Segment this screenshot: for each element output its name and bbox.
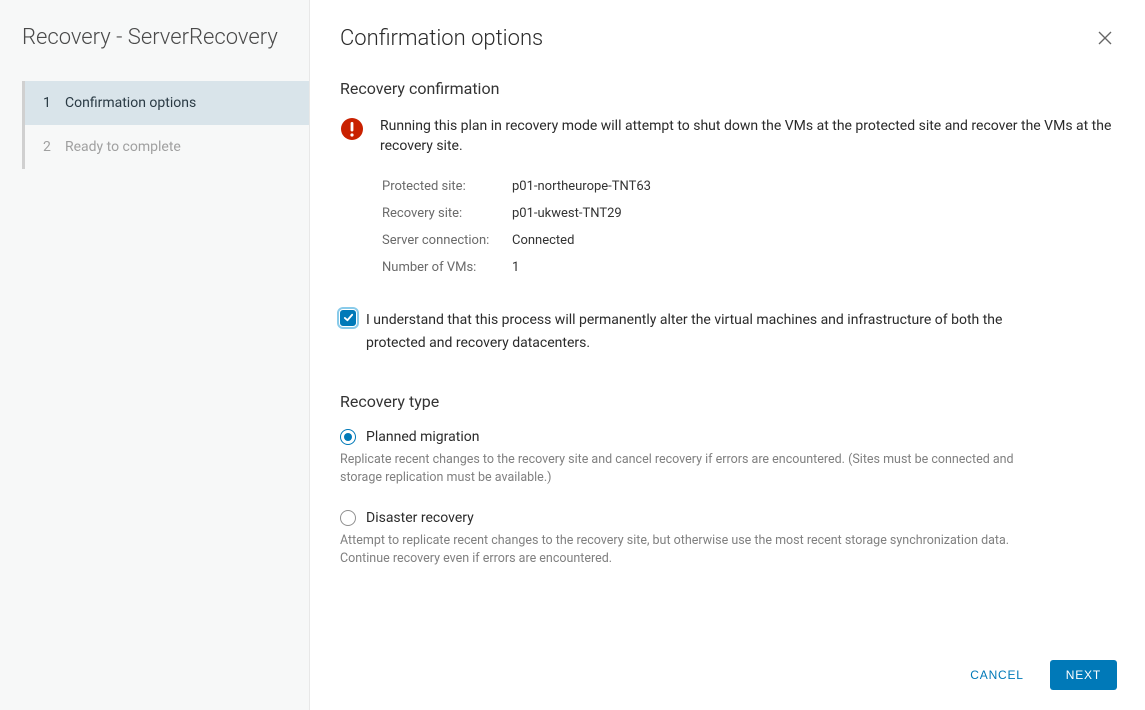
content-area: Recovery confirmation Running this plan …	[310, 61, 1145, 644]
step-ready-to-complete[interactable]: 2 Ready to complete	[25, 125, 309, 169]
info-row-protected-site: Protected site: p01-northeurope-TNT63	[382, 173, 1115, 200]
wizard-sidebar: Recovery - ServerRecovery 1 Confirmation…	[0, 0, 310, 710]
wizard-footer: CANCEL NEXT	[310, 644, 1145, 710]
cancel-button[interactable]: CANCEL	[956, 660, 1037, 690]
recovery-type-section: Recovery type Planned migration Replicat…	[340, 392, 1115, 567]
info-value: 1	[512, 260, 519, 275]
radio-description: Replicate recent changes to the recovery…	[340, 451, 1115, 486]
page-title: Confirmation options	[340, 26, 543, 51]
radio-option-planned-migration: Planned migration Replicate recent chang…	[340, 429, 1115, 486]
recovery-type-radio-group: Planned migration Replicate recent chang…	[340, 429, 1115, 567]
step-number: 1	[43, 95, 53, 111]
consent-row: I understand that this process will perm…	[340, 309, 1115, 357]
wizard-steps: 1 Confirmation options 2 Ready to comple…	[22, 81, 309, 169]
info-row-num-vms: Number of VMs: 1	[382, 254, 1115, 281]
radio-input-planned[interactable]	[340, 429, 356, 445]
radio-label: Planned migration	[366, 429, 479, 445]
step-label: Confirmation options	[65, 95, 196, 111]
consent-text: I understand that this process will perm…	[366, 309, 1115, 357]
radio-option-disaster-recovery: Disaster recovery Attempt to replicate r…	[340, 510, 1115, 567]
warning-text: Running this plan in recovery mode will …	[380, 116, 1115, 157]
warning-row: Running this plan in recovery mode will …	[340, 116, 1115, 157]
info-table: Protected site: p01-northeurope-TNT63 Re…	[382, 173, 1115, 281]
consent-checkbox[interactable]	[340, 310, 356, 326]
info-value: Connected	[512, 233, 574, 248]
recovery-type-heading: Recovery type	[340, 392, 1115, 411]
main-header: Confirmation options	[310, 0, 1145, 61]
info-label: Protected site:	[382, 179, 512, 194]
exclamation-circle-icon	[340, 117, 364, 141]
info-value: p01-northeurope-TNT63	[512, 179, 651, 194]
radio-description: Attempt to replicate recent changes to t…	[340, 532, 1115, 567]
radio-row[interactable]: Planned migration	[340, 429, 1115, 445]
step-label: Ready to complete	[65, 139, 181, 155]
info-label: Recovery site:	[382, 206, 512, 221]
close-icon	[1097, 34, 1113, 49]
step-number: 2	[43, 139, 53, 155]
radio-row[interactable]: Disaster recovery	[340, 510, 1115, 526]
info-value: p01-ukwest-TNT29	[512, 206, 622, 221]
info-row-recovery-site: Recovery site: p01-ukwest-TNT29	[382, 200, 1115, 227]
info-label: Number of VMs:	[382, 260, 512, 275]
next-button[interactable]: NEXT	[1050, 660, 1117, 690]
info-label: Server connection:	[382, 233, 512, 248]
step-confirmation-options[interactable]: 1 Confirmation options	[25, 81, 309, 125]
wizard-main: Confirmation options Recovery confirmati…	[310, 0, 1145, 710]
close-button[interactable]	[1093, 26, 1117, 53]
wizard-title: Recovery - ServerRecovery	[0, 24, 309, 81]
recovery-confirmation-heading: Recovery confirmation	[340, 79, 1115, 98]
radio-label: Disaster recovery	[366, 510, 474, 526]
info-row-server-connection: Server connection: Connected	[382, 227, 1115, 254]
check-icon	[343, 308, 354, 327]
radio-input-disaster[interactable]	[340, 510, 356, 526]
